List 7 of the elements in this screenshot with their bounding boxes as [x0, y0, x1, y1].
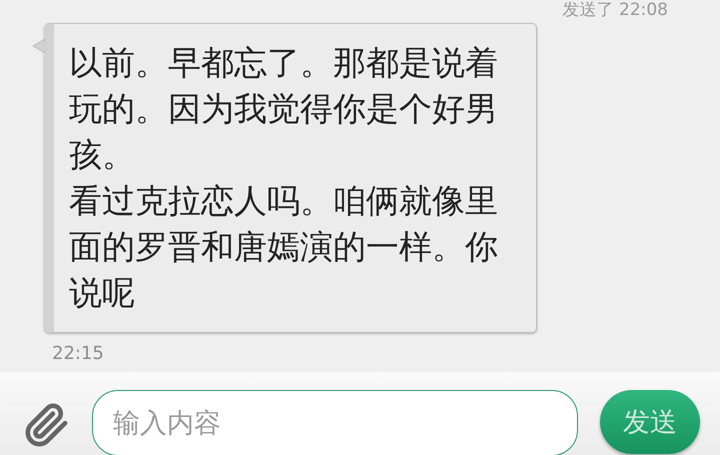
send-button[interactable]: 发送 [600, 390, 700, 454]
sent-status: 发送了 22:08 [562, 0, 668, 20]
message-text: 看过克拉恋人吗。咱俩就像里面的罗晋和唐嫣演的一样。你说呢 [69, 180, 499, 314]
message-text: 以前。早都忘了。那都是说着玩的。因为我觉得你是个好男孩。 [69, 42, 499, 176]
paperclip-icon[interactable] [24, 402, 70, 448]
message-input[interactable]: 输入内容 [92, 390, 578, 455]
message-time: 22:15 [52, 343, 105, 364]
